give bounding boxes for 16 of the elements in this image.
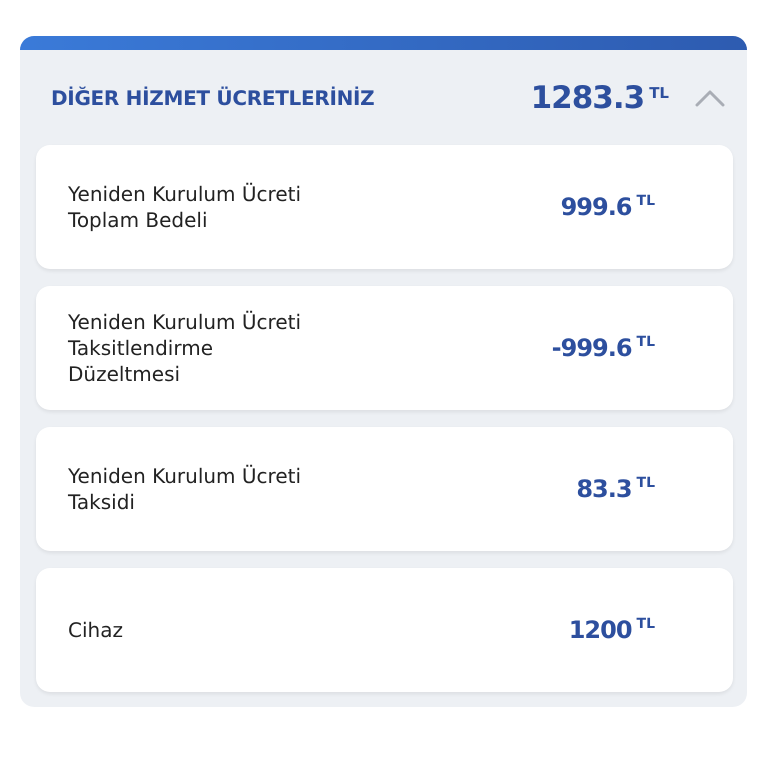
section-title: DİĞER HİZMET ÜCRETLERİNİZ [51,86,376,110]
currency-label: TL [636,193,655,209]
currency-label: TL [636,616,655,632]
fee-amount: 999.6 [560,193,632,221]
fee-label: Yeniden Kurulum Ücreti Toplam Bedeli [68,181,302,233]
fee-amount: 1200 [568,616,632,644]
currency-label: TL [636,475,656,491]
fee-label: Yeniden Kurulum Ücreti Taksidi [68,463,302,515]
chevron-up-icon[interactable] [695,88,725,106]
currency-label: TL [636,334,656,350]
fee-label: Yeniden Kurulum Ücreti Taksitlendirme Düzeltmesi [68,309,302,387]
currency-label: TL [649,84,669,102]
total-amount: 1283.3 [530,80,644,116]
fee-label: Cihaz [68,617,124,643]
fee-amount: 83.3 [576,475,632,503]
fee-amount: -999.6 [552,334,632,362]
